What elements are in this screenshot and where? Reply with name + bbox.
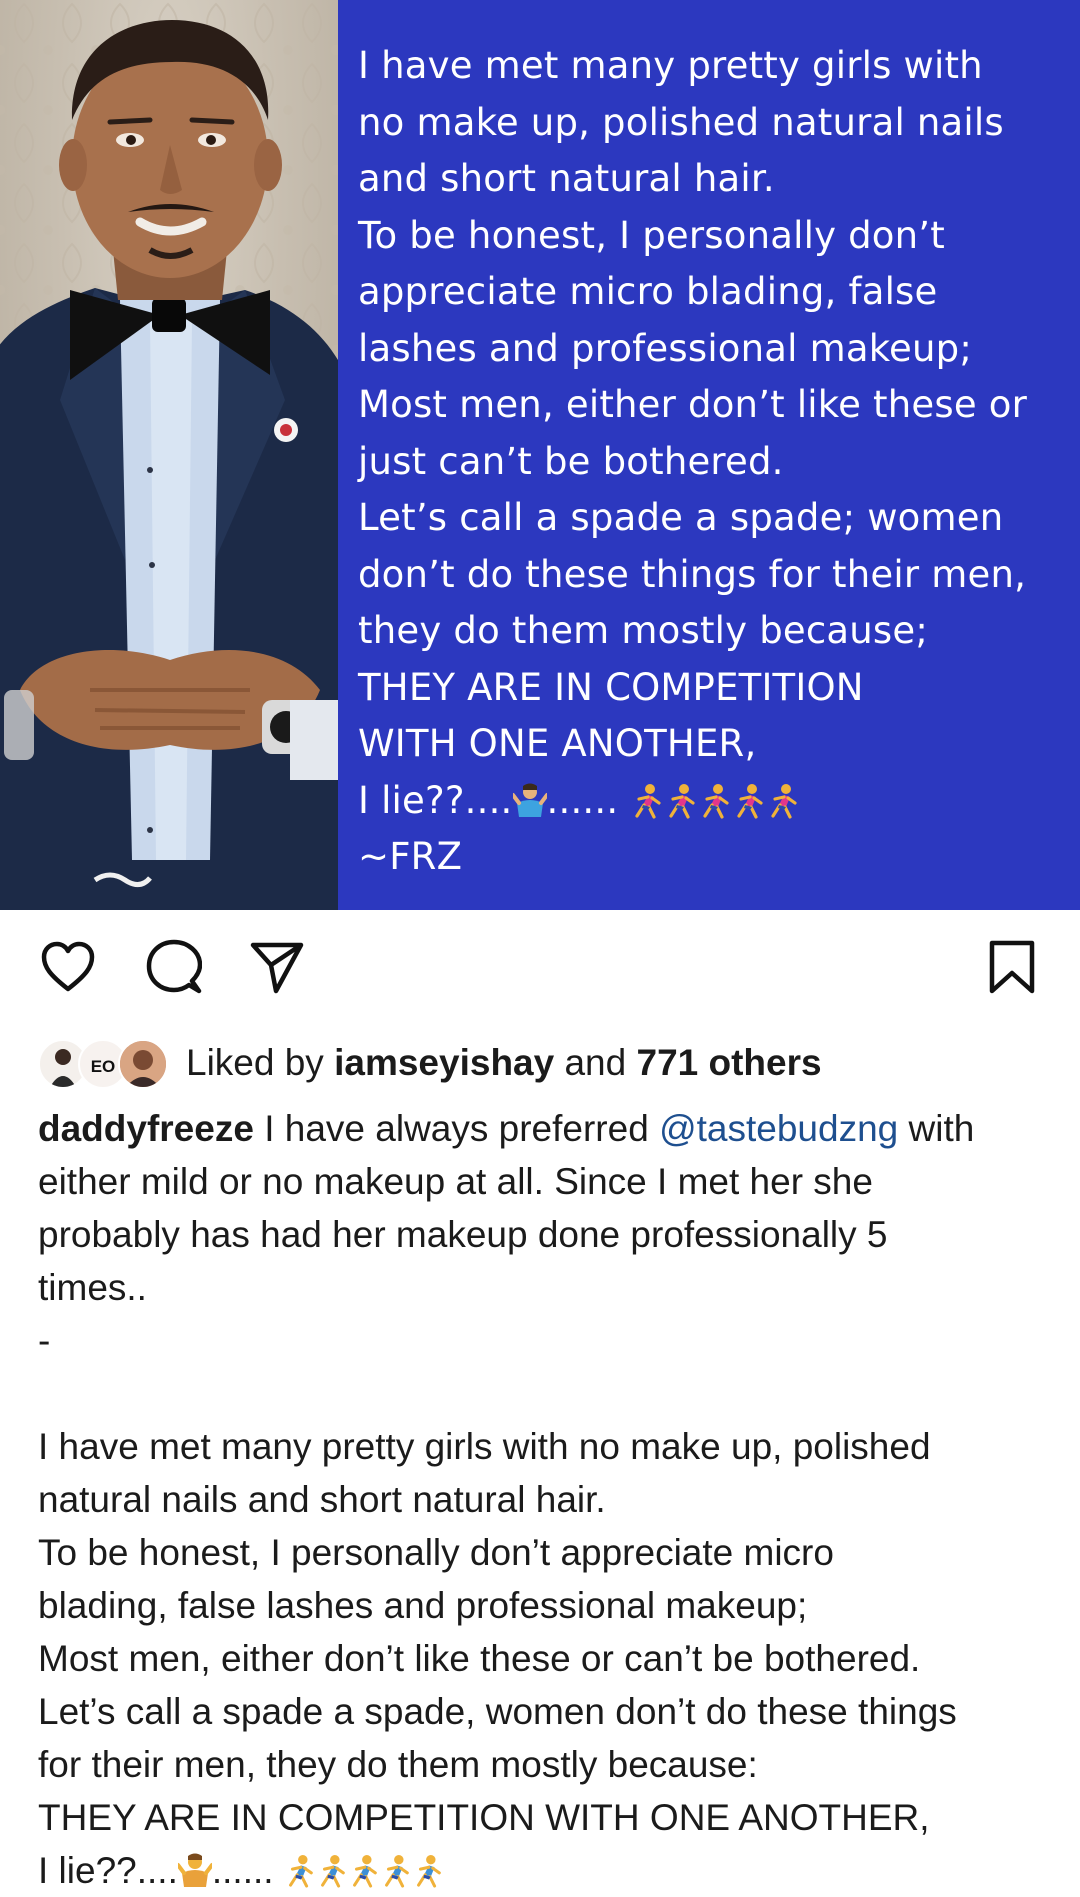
shrug-emoji-icon [177, 1853, 212, 1887]
quote-line: just can’t be bothered. [358, 439, 784, 483]
running-emoji-group [284, 1850, 444, 1891]
quote-line: I have met many pretty girls with [358, 44, 983, 87]
quote-line: and short natural hair. [358, 157, 775, 200]
comment-icon[interactable] [142, 935, 206, 999]
quote-panel: I have met many pretty girls with no mak… [338, 0, 1080, 910]
quote-line: Let’s call a spade a spade; women [358, 496, 1004, 539]
liker-avatars: EO [38, 1037, 168, 1089]
caption-line: I have met many pretty girls with no mak… [38, 1426, 931, 1467]
likes-prefix: Liked by [186, 1042, 335, 1083]
man-in-tuxedo-photo [0, 0, 338, 910]
post-caption: daddyfreeze I have always preferred @tas… [38, 1102, 1048, 1897]
caption-line: times.. [38, 1267, 147, 1308]
quote-line: THEY ARE IN COMPETITION [358, 665, 864, 709]
running-person-emoji-icon [288, 1855, 313, 1888]
quote-lie-prefix: I lie??.... [358, 778, 513, 822]
running-person-emoji-icon [737, 783, 763, 819]
caption-line: natural nails and short natural hair. [38, 1479, 606, 1520]
quote-line: no make up, polished natural nails [358, 100, 1004, 144]
running-person-emoji-icon [320, 1855, 345, 1888]
caption-line: To be honest, I personally don’t appreci… [38, 1532, 834, 1573]
caption-line: THEY ARE IN COMPETITION WITH ONE ANOTHER… [38, 1797, 930, 1838]
caption-first-line: daddyfreeze I have always preferred @tas… [38, 1102, 1048, 1155]
bookmark-icon[interactable] [980, 935, 1044, 999]
running-person-emoji-icon [384, 1855, 409, 1888]
caption-intro-tail: with [898, 1108, 975, 1149]
running-person-emoji-icon [771, 783, 797, 819]
caption-separator: - [38, 1320, 51, 1361]
post-image[interactable]: I have met many pretty girls with no mak… [0, 0, 1080, 910]
shrug-emoji-icon [512, 783, 547, 817]
avatar [118, 1039, 168, 1089]
running-person-emoji-icon [703, 783, 729, 819]
caption-line: either mild or no makeup at all. Since I… [38, 1161, 873, 1202]
caption-line: blading, false lashes and professional m… [38, 1585, 808, 1626]
send-icon[interactable] [245, 935, 309, 999]
likes-row[interactable]: EO Liked by iamseyishay and 771 others [38, 1035, 822, 1091]
quote-line: lashes and professional makeup; [358, 326, 972, 370]
caption-line: probably has had her makeup done profess… [38, 1214, 888, 1255]
quote-line: WITH ONE ANOTHER, [358, 722, 757, 765]
caption-line: for their men, they do them mostly becau… [38, 1744, 758, 1785]
quote-lie-line: I lie??.......... [358, 773, 1073, 830]
avatar-badge: EO [91, 1057, 116, 1076]
running-person-emoji-icon [352, 1855, 377, 1888]
caption-username[interactable]: daddyfreeze [38, 1108, 254, 1149]
quote-line: Most men, either don’t like these or [358, 383, 1027, 426]
running-person-emoji-icon [669, 783, 695, 819]
likes-text: Liked by iamseyishay and 771 others [186, 1042, 822, 1084]
running-person-emoji-icon [416, 1855, 441, 1888]
quote-line: appreciate micro blading, false [358, 270, 938, 313]
quote-signature: ~FRZ [358, 835, 463, 878]
caption-intro-text: I have always preferred [253, 1108, 660, 1149]
heart-icon[interactable] [36, 935, 100, 999]
quote-lie-dots: ...... [546, 778, 619, 822]
running-emoji-group [630, 779, 800, 822]
running-person-emoji-icon [635, 783, 661, 819]
caption-lie-dots: ...... [211, 1850, 274, 1891]
quote-line: they do them mostly because; [358, 609, 929, 652]
likes-others-count[interactable]: 771 others [637, 1042, 822, 1083]
caption-mention-link[interactable]: @tastebudzng [659, 1108, 898, 1149]
quote-line: To be honest, I personally don’t [358, 213, 945, 257]
likes-middle: and [554, 1042, 637, 1083]
caption-lie-line: I lie??.......... [38, 1844, 1048, 1897]
caption-lie-prefix: I lie??.... [38, 1850, 178, 1891]
caption-line: Let’s call a spade a spade, women don’t … [38, 1691, 957, 1732]
liker-username[interactable]: iamseyishay [334, 1042, 554, 1083]
quote-text: I have met many pretty girls with no mak… [358, 38, 1073, 886]
quote-line: don’t do these things for their men, [358, 552, 1027, 596]
caption-line: Most men, either don’t like these or can… [38, 1638, 921, 1679]
post-action-bar [0, 935, 1080, 1005]
